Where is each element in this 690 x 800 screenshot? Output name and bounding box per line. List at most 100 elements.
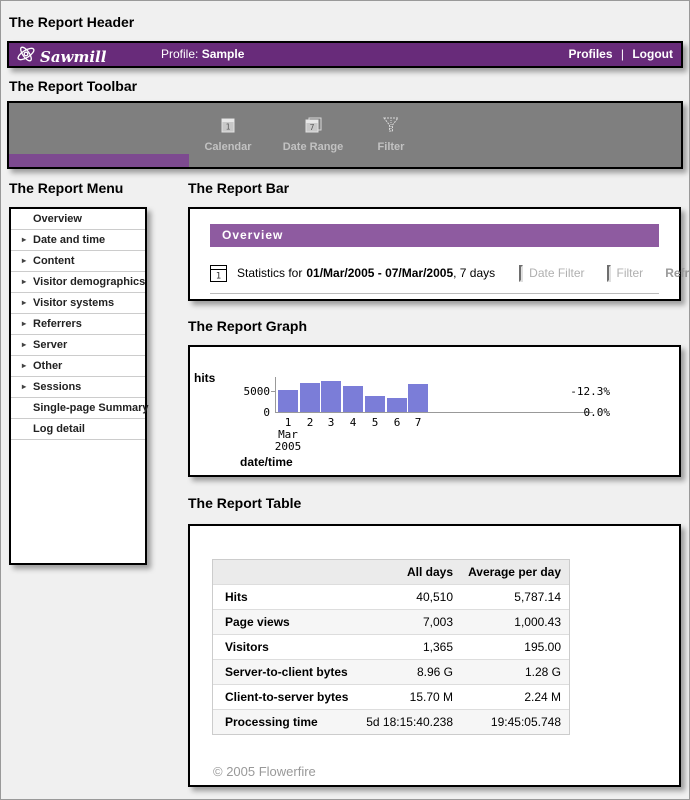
header-all-days: All days [353, 565, 453, 579]
table-row-visitors: Visitors 1,365 195.00 [213, 635, 569, 660]
row-label: Processing time [213, 715, 353, 729]
menu-item-log-detail[interactable]: Log detail [11, 419, 145, 440]
row-all-days: 7,003 [353, 615, 453, 629]
bar-day-2 [300, 383, 320, 412]
sawmill-logo[interactable]: Sawmill [15, 44, 106, 69]
menu-item-overview[interactable]: Overview [11, 209, 145, 230]
expand-arrow-icon: ▸ [22, 335, 26, 355]
menu-item-label: Visitor systems [33, 297, 114, 309]
section-heading-report-bar: The Report Bar [188, 180, 289, 196]
date-range-button-label: Date Range [268, 141, 358, 153]
row-label: Server-to-client bytes [213, 665, 353, 679]
sawmill-logo-icon [15, 44, 37, 69]
expand-arrow-icon: ▸ [22, 293, 26, 313]
sawmill-logo-text: Sawmill [40, 48, 106, 66]
bar-day-1 [278, 390, 298, 412]
report-table-panel: All days Average per day Hits 40,510 5,7… [188, 524, 681, 787]
table-row-client-to-server-bytes: Client-to-server bytes 15.70 M 2.24 M [213, 685, 569, 710]
x-tick-label: 1 [276, 416, 300, 429]
svg-text:7: 7 [309, 123, 314, 132]
report-header-bar: Sawmill Profile: Sample Profiles | Logou… [7, 41, 683, 68]
date-filter-label: Date Filter [529, 266, 584, 280]
menu-item-visitor-systems[interactable]: ▸ Visitor systems [11, 293, 145, 314]
section-heading-report-menu: The Report Menu [9, 180, 123, 196]
mini-calendar-icon[interactable]: 1 [210, 265, 227, 282]
y-axis-title: hits [194, 371, 215, 385]
svg-text:1: 1 [225, 123, 230, 132]
bar-day-5 [365, 396, 385, 412]
menu-item-label: Date and time [33, 234, 105, 246]
row-average: 1,000.43 [453, 615, 569, 629]
x-period-year: 2005 [268, 440, 308, 453]
toolbar-progress-bar [9, 154, 189, 167]
menu-item-content[interactable]: ▸ Content [11, 251, 145, 272]
right-axis-zero-label: 0.0% [530, 406, 610, 419]
row-all-days: 5d 18:15:40.238 [353, 715, 453, 729]
x-tick-label: 5 [363, 416, 387, 429]
menu-item-single-page-summary[interactable]: Single-page Summary [11, 398, 145, 419]
x-tick-label: 3 [319, 416, 343, 429]
y-axis-line [275, 377, 276, 413]
row-average: 2.24 M [453, 690, 569, 704]
bar-day-3 [321, 381, 341, 412]
row-label: Visitors [213, 640, 353, 654]
x-tick-label: 4 [341, 416, 365, 429]
expand-arrow-icon: ▸ [22, 230, 26, 250]
profile-indicator: Profile: Sample [161, 47, 244, 61]
section-heading-report-table: The Report Table [188, 495, 301, 511]
x-tick-label: 7 [406, 416, 430, 429]
row-all-days: 40,510 [353, 590, 453, 604]
menu-item-server[interactable]: ▸ Server [11, 335, 145, 356]
menu-item-label: Server [33, 339, 67, 351]
filter-button[interactable]: Filter [346, 117, 436, 153]
profiles-link[interactable]: Profiles [569, 47, 613, 61]
expand-arrow-icon: ▸ [22, 356, 26, 376]
logout-link[interactable]: Logout [632, 47, 673, 61]
expand-arrow-icon: ▸ [22, 314, 26, 334]
bar-day-7 [408, 384, 428, 412]
row-label: Client-to-server bytes [213, 690, 353, 704]
expand-arrow-icon: ▸ [22, 272, 26, 292]
menu-item-label: Log detail [33, 423, 85, 435]
profile-value: Sample [202, 47, 245, 61]
copyright-footer: © 2005 Flowerfire [213, 764, 316, 779]
menu-item-referrers[interactable]: ▸Referrers [11, 314, 145, 335]
table-header-row: All days Average per day [213, 560, 569, 585]
header-links: Profiles | Logout [569, 47, 673, 61]
menu-item-sessions[interactable]: ▸Sessions [11, 377, 145, 398]
table-row-server-to-client-bytes: Server-to-client bytes 8.96 G 1.28 G [213, 660, 569, 685]
section-heading-report-toolbar: The Report Toolbar [9, 78, 137, 94]
graph-plot: hits 5000 0 -12.3% 0.0% Mar 2005 date/ti… [190, 347, 679, 475]
filter-icon [383, 120, 399, 137]
header-average-per-day: Average per day [453, 565, 569, 579]
report-toolbar: 1 Calendar 7 Date Range [7, 101, 683, 169]
x-axis-title: date/time [240, 455, 293, 469]
row-all-days: 15.70 M [353, 690, 453, 704]
page: The Report Header The Report Toolbar The… [0, 0, 690, 800]
report-graph-panel: hits 5000 0 -12.3% 0.0% Mar 2005 date/ti… [188, 345, 681, 477]
row-average: 5,787.14 [453, 590, 569, 604]
calendar-button-label: Calendar [183, 141, 273, 153]
date-filter-checkbox[interactable] [519, 265, 523, 282]
filter-checkbox[interactable] [607, 265, 611, 282]
menu-item-label: Visitor demographics [33, 276, 145, 288]
row-average: 195.00 [453, 640, 569, 654]
overview-table: All days Average per day Hits 40,510 5,7… [212, 559, 570, 735]
row-average: 19:45:05.748 [453, 715, 569, 729]
expand-arrow-icon: ▸ [22, 251, 26, 271]
filter-label: Filter [617, 266, 644, 280]
table-row-processing-time: Processing time 5d 18:15:40.238 19:45:05… [213, 710, 569, 734]
row-label: Hits [213, 590, 353, 604]
date-range-button[interactable]: 7 Date Range [268, 117, 358, 153]
menu-item-label: Content [33, 255, 75, 267]
expand-arrow-icon: ▸ [22, 377, 26, 397]
statistics-row: 1 Statistics for 01/Mar/2005 - 07/Mar/20… [210, 263, 659, 283]
calendar-button[interactable]: 1 Calendar [183, 117, 273, 153]
menu-item-other[interactable]: ▸Other [11, 356, 145, 377]
link-separator: | [621, 47, 624, 61]
statistics-prefix: Statistics for [237, 266, 302, 280]
menu-item-date-and-time[interactable]: ▸ Date and time [11, 230, 145, 251]
menu-item-visitor-demographics[interactable]: ▸ Visitor demographics [11, 272, 145, 293]
date-range-icon: 7 [305, 120, 322, 137]
refresh-button[interactable]: Refresh [665, 266, 690, 280]
